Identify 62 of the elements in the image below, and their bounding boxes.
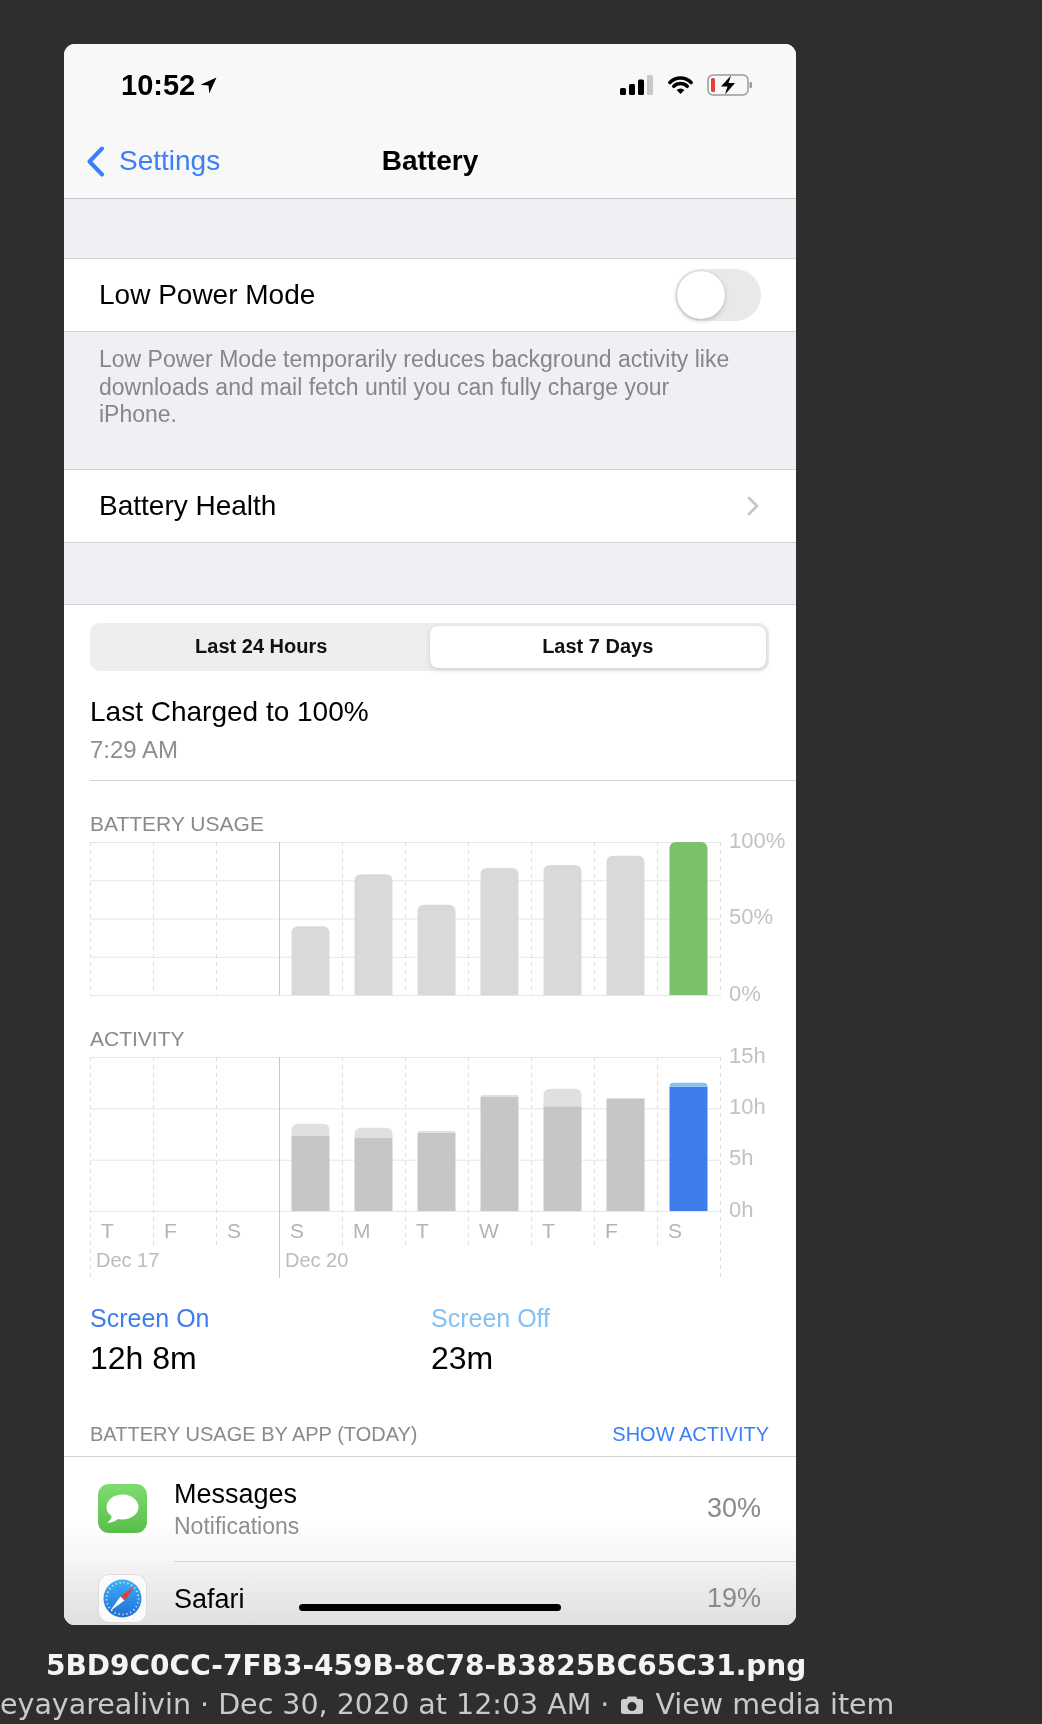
chart-title: BATTERY USAGE: [90, 812, 265, 835]
screen-off-bar: [480, 1094, 519, 1097]
chart-title: ACTIVITY: [90, 1027, 186, 1050]
day-label: S: [290, 1218, 304, 1242]
axis-label: 50%: [729, 903, 774, 929]
date-label: Dec 20: [285, 1248, 349, 1271]
day-label: T: [542, 1218, 555, 1242]
charging-battery-icon: [707, 74, 753, 96]
location-arrow-icon: [200, 76, 218, 94]
date-label: Dec 17: [96, 1248, 160, 1271]
screen-off-bar: [354, 1127, 393, 1138]
day-label: T: [416, 1218, 429, 1242]
view-media-link[interactable]: View media item: [655, 1689, 895, 1721]
tab[interactable]: Last 24 Hours: [93, 625, 430, 668]
axis-label: 10h: [729, 1093, 766, 1119]
wifi-icon: [667, 75, 694, 95]
app-row[interactable]: Safari 19%: [64, 1560, 796, 1625]
day-label: W: [479, 1218, 499, 1242]
footer-text: Low Power Mode temporarily reduces background activity like downloads and mail fetch until you can fully charge your iPhone.: [98, 345, 731, 429]
last-charged-title: Last Charged to 100%: [90, 694, 370, 729]
chevron-right-icon: [747, 495, 759, 516]
legend-value: 23m: [431, 1338, 494, 1377]
nav-title: Battery: [381, 145, 479, 177]
back-button[interactable]: Settings: [86, 145, 221, 177]
chevron-left-icon: [86, 145, 105, 177]
file-name: 5BD9C0CC-7FB3-459B-8C78-B3825BC65C31.png: [45, 1649, 808, 1683]
app-name: Safari: [174, 1582, 245, 1616]
legend-value: 12h 8m: [90, 1338, 197, 1377]
day-label: M: [353, 1218, 371, 1242]
screen-off-bar: [291, 1123, 330, 1136]
section-header: BATTERY USAGE BY APP (TODAY): [90, 1421, 418, 1446]
app-detail: Notifications: [174, 1511, 300, 1541]
axis-label: 15h: [729, 1042, 766, 1068]
app-name: Messages: [174, 1477, 298, 1511]
day-label: T: [101, 1218, 114, 1242]
camera-icon: [621, 1696, 644, 1714]
usage-percent: 30%: [706, 1493, 761, 1524]
compass-icon: [98, 1573, 147, 1623]
row-label: Low Power Mode: [99, 279, 316, 311]
day-label: S: [668, 1218, 682, 1242]
last-charged-time: 7:29 AM: [90, 734, 180, 765]
battery-bar: [291, 925, 330, 995]
axis-label: 100%: [729, 827, 786, 853]
status-time: 10:52: [121, 68, 196, 102]
screen-off-bar: [669, 1082, 708, 1087]
day-label: F: [605, 1218, 618, 1242]
screen-off-bar: [543, 1088, 582, 1106]
screen-off-bar: [417, 1130, 456, 1133]
show-activity-link[interactable]: SHOW ACTIVITY: [612, 1421, 769, 1446]
axis-label: 5h: [729, 1145, 754, 1170]
axis-label: 0h: [729, 1196, 754, 1222]
speech-bubble-icon: [98, 1484, 147, 1533]
legend-label: Screen On: [90, 1302, 210, 1333]
day-label: F: [164, 1218, 177, 1242]
axis-label: 0%: [729, 980, 761, 1006]
day-label: S: [227, 1218, 241, 1242]
toggle-switch[interactable]: [675, 269, 761, 321]
usage-percent: 19%: [706, 1583, 761, 1614]
legend-label: Screen Off: [431, 1302, 551, 1333]
tab[interactable]: Last 7 Days: [429, 625, 766, 668]
post-meta: eyayarealivin · Dec 30, 2020 at 12:03 AM ·: [0, 1689, 610, 1721]
signal-icon: [620, 75, 654, 95]
